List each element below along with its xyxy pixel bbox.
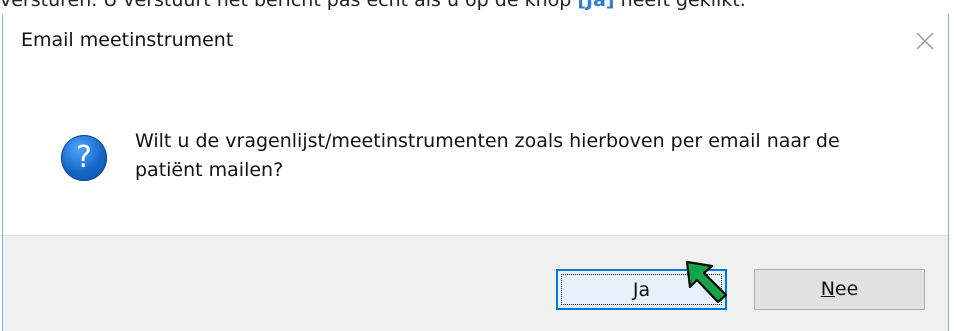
confirm-dialog: Email meetinstrument ? Wilt u de vragenl… <box>2 14 949 331</box>
background-text-keyword: [Ja] <box>577 0 615 11</box>
background-text-prefix: versturen. U verstuurt het bericht pas e… <box>0 0 572 11</box>
background-document-text: versturen. U verstuurt het bericht pas e… <box>0 0 954 14</box>
no-button-mnemonic: N <box>820 278 835 300</box>
pointer-arrow-icon <box>685 260 728 304</box>
dialog-button-bar: Ja Nee <box>3 235 948 331</box>
dialog-body: ? Wilt u de vragenlijst/meetinstrumenten… <box>3 72 948 235</box>
dialog-message: Wilt u de vragenlijst/meetinstrumenten z… <box>135 130 840 181</box>
background-text-suffix: heeft geklikt. <box>620 0 746 11</box>
question-icon: ? <box>61 135 107 181</box>
no-button[interactable]: Nee <box>754 269 925 310</box>
no-button-label: ee <box>834 278 859 300</box>
dialog-titlebar[interactable]: Email meetinstrument <box>3 14 948 72</box>
dialog-title: Email meetinstrument <box>21 29 234 51</box>
close-icon <box>916 32 934 50</box>
close-button[interactable] <box>908 24 942 58</box>
